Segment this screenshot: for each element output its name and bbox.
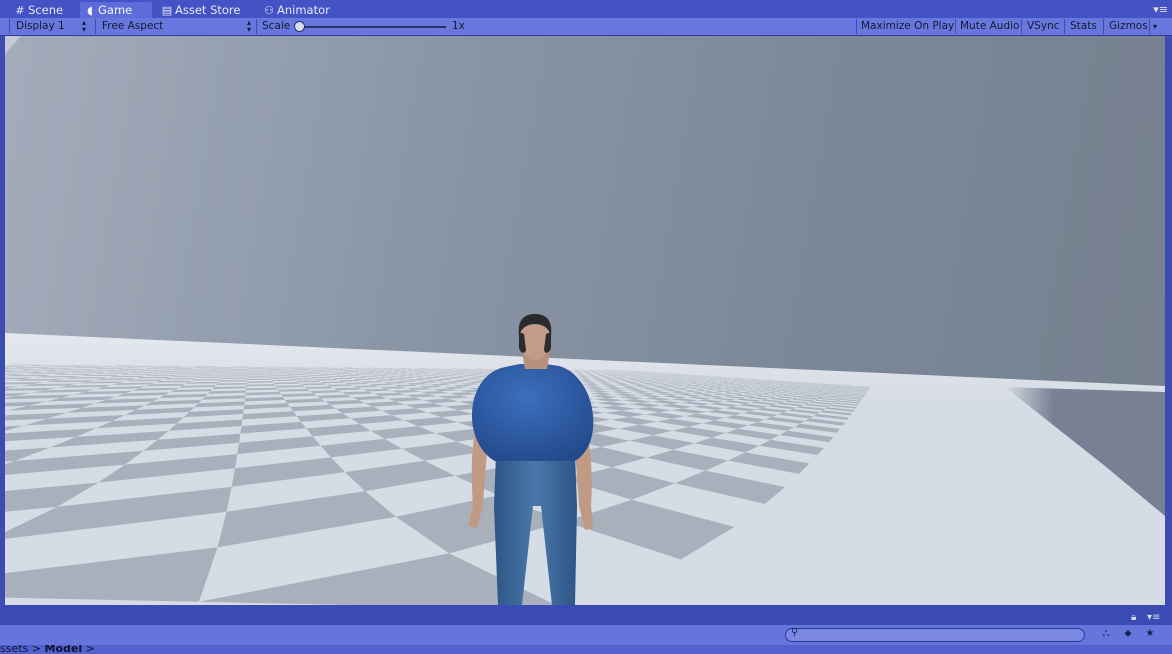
divider [1021,19,1022,34]
divider [256,19,257,34]
maximize-on-play-toggle[interactable]: Maximize On Play [861,19,954,34]
tab-scene-label: Scene [28,3,64,17]
search-icon: ⚲ [791,627,799,638]
tab-game-label: Game [98,3,133,17]
grid-icon: # [15,4,25,17]
game-viewport[interactable] [5,36,1165,605]
panel-separator [0,605,1172,625]
pacman-icon: ◖ [87,4,93,17]
gizmos-toggle[interactable]: Gizmos [1109,19,1148,34]
editor-tab-bar: # Scene ◖ Game ▤ Asset Store ⚇ Animator ▾≡ [0,0,1172,18]
animator-icon: ⚇ [264,4,274,17]
store-icon: ▤ [161,4,173,17]
breadcrumb: ssets > Model > [0,645,1172,654]
tab-scene[interactable]: # Scene [10,2,69,18]
filter-by-label-icon[interactable]: ⬥ [1120,627,1136,641]
divider [9,19,10,34]
tab-asset-store[interactable]: ▤ Asset Store [157,2,247,18]
tab-asset-store-label: Asset Store [175,3,241,17]
viewport-right-border [1165,36,1172,605]
divider [1149,19,1150,34]
scale-value: 1x [452,20,465,32]
wall-corner [5,36,21,54]
game-toolbar: Display 1 ▴ ▾ Free Aspect ▴ ▾ Scale 1x Max… [0,18,1172,36]
divider [1103,19,1104,34]
mute-audio-toggle[interactable]: Mute Audio [960,19,1019,34]
divider [955,19,956,34]
lock-icon[interactable]: 🔒︎ [1131,612,1136,623]
favorites-star-icon[interactable]: ★ [1142,627,1158,641]
tab-menu-icon[interactable]: ▾≡ [1153,3,1168,16]
tab-animator-label: Animator [277,3,330,17]
scale-slider-handle[interactable] [294,21,305,32]
scale-slider-track[interactable] [300,26,446,28]
stats-toggle[interactable]: Stats [1070,19,1097,34]
breadcrumb-separator: > [31,645,41,654]
divider [856,19,857,34]
panel-menu-icon[interactable]: ▾≡ [1147,612,1160,623]
game-scene [5,36,1165,605]
display-dropdown[interactable]: Display 1 [16,19,65,34]
divider [95,19,96,34]
tab-animator[interactable]: ⚇ Animator [259,2,336,18]
breadcrumb-assets[interactable]: ssets [0,645,28,654]
aspect-dropdown[interactable]: Free Aspect [102,19,163,34]
filter-by-type-icon[interactable]: ⛬ [1098,627,1114,641]
display-dropdown-arrow-icon: ▴ ▾ [82,18,87,34]
scale-label: Scale [262,20,291,32]
gizmos-dropdown-arrow-icon[interactable]: ▾ [1153,19,1157,34]
tab-game[interactable]: ◖ Game [80,2,152,18]
divider [1064,19,1065,34]
project-search-input[interactable]: ⚲ [785,627,1085,642]
vsync-toggle[interactable]: VSync [1027,19,1060,34]
breadcrumb-model[interactable]: Model [45,645,83,654]
breadcrumb-separator: > [85,645,95,654]
aspect-dropdown-arrow-icon: ▴ ▾ [247,18,252,34]
